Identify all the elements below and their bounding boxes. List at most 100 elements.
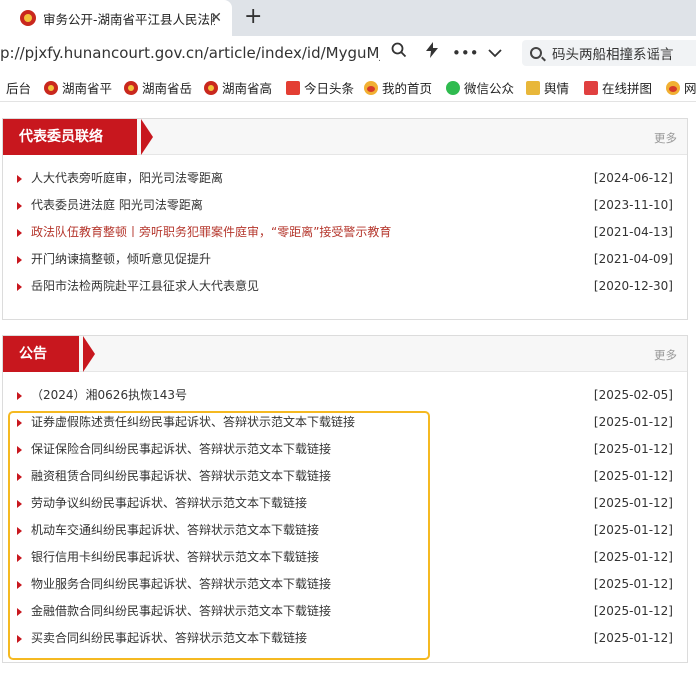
item-title[interactable]: 融资租赁合同纠纷民事起诉状、答辩状示范文本下载链接 bbox=[31, 469, 331, 483]
bookmark-item[interactable]: 湖南省岳 bbox=[124, 78, 192, 97]
bullet-arrow-icon bbox=[17, 175, 22, 183]
item-title[interactable]: 代表委员进法庭 阳光司法零距离 bbox=[31, 198, 203, 212]
list-item[interactable]: 开门纳谏搞整顿，倾听意见促提升 [2021-04-09] bbox=[3, 246, 687, 273]
bookmark-item[interactable]: 后台 bbox=[6, 78, 31, 97]
list-item[interactable]: 融资租赁合同纠纷民事起诉状、答辩状示范文本下载链接 [2025-01-12] bbox=[3, 463, 687, 490]
list-item[interactable]: 银行信用卡纠纷民事起诉状、答辩状示范文本下载链接 [2025-01-12] bbox=[3, 544, 687, 571]
emblem-icon bbox=[204, 80, 218, 95]
list-item[interactable]: 人大代表旁听庭审，阳光司法零距离 [2024-06-12] bbox=[3, 165, 687, 192]
item-title[interactable]: 买卖合同纠纷民事起诉状、答辩状示范文本下载链接 bbox=[31, 631, 307, 645]
bookmark-label: 在线拼图 bbox=[602, 81, 653, 96]
item-date: [2025-01-12] bbox=[593, 604, 673, 618]
bookmark-item[interactable]: 今日头条 bbox=[286, 78, 354, 97]
list-item[interactable]: 保证保险合同纠纷民事起诉状、答辩状示范文本下载链接 [2025-01-12] bbox=[3, 436, 687, 463]
list-item[interactable]: （2024）湘0626执恢143号 [2025-02-05] bbox=[3, 382, 687, 409]
search-icon bbox=[530, 47, 542, 59]
more-link[interactable]: 更多 bbox=[654, 130, 677, 146]
tab-bar: 审务公开-湖南省平江县人民法院 ✕ + bbox=[0, 0, 696, 36]
lightning-icon[interactable] bbox=[421, 42, 443, 64]
browser-tab[interactable]: 审务公开-湖南省平江县人民法院 ✕ bbox=[0, 0, 232, 36]
item-date: [2025-01-12] bbox=[593, 577, 673, 591]
bookmark-item[interactable]: 在线拼图 bbox=[584, 78, 652, 97]
url-field[interactable]: p://pjxfy.hunancourt.gov.cn/article/inde… bbox=[0, 44, 380, 62]
item-date: [2020-12-30] bbox=[593, 279, 673, 293]
item-title[interactable]: 银行信用卡纠纷民事起诉状、答辩状示范文本下载链接 bbox=[31, 550, 319, 564]
zoom-icon[interactable] bbox=[388, 42, 410, 64]
item-date: [2025-01-12] bbox=[593, 496, 673, 510]
bookmark-item[interactable]: 网 bbox=[666, 78, 696, 97]
item-date: [2025-01-12] bbox=[593, 523, 673, 537]
chevron-right-icon bbox=[83, 336, 95, 372]
bullet-arrow-icon bbox=[17, 581, 22, 589]
news-list: 人大代表旁听庭审，阳光司法零距离 [2024-06-12] 代表委员进法庭 阳光… bbox=[3, 155, 687, 300]
folder-icon bbox=[526, 80, 540, 95]
bookmark-label: 湖南省岳 bbox=[142, 81, 193, 96]
announcements-panel: 公告 更多 （2024）湘0626执恢143号 [2025-02-05] 证券虚… bbox=[2, 335, 688, 663]
bookmark-label: 后台 bbox=[6, 81, 32, 96]
bookmarks-bar: 后台 湖南省平 湖南省岳 湖南省高 今日头条 我的首页 微信公众 舆情 在线拼图… bbox=[0, 70, 696, 102]
tab-title: 审务公开-湖南省平江县人民法院 bbox=[43, 11, 215, 27]
bookmark-item[interactable]: 湖南省平 bbox=[44, 78, 112, 97]
item-title[interactable]: 机动车交通纠纷民事起诉状、答辩状示范文本下载链接 bbox=[31, 523, 319, 537]
item-title[interactable]: 政法队伍教育整顿丨旁听职务犯罪案件庭审，“零距离”接受警示教育 bbox=[31, 225, 391, 239]
item-title[interactable]: （2024）湘0626执恢143号 bbox=[31, 388, 187, 402]
panel-header: 公告 更多 bbox=[3, 336, 687, 372]
section-title: 公告 bbox=[3, 336, 79, 372]
close-tab-icon[interactable]: ✕ bbox=[210, 10, 222, 26]
bullet-arrow-icon bbox=[17, 527, 22, 535]
list-item[interactable]: 物业服务合同纠纷民事起诉状、答辩状示范文本下载链接 [2025-01-12] bbox=[3, 571, 687, 598]
toutiao-icon bbox=[286, 80, 300, 95]
deputies-liaison-panel: 代表委员联络 更多 人大代表旁听庭审，阳光司法零距离 [2024-06-12] … bbox=[2, 118, 688, 320]
item-title[interactable]: 保证保险合同纠纷民事起诉状、答辩状示范文本下载链接 bbox=[31, 442, 331, 456]
bookmark-label: 舆情 bbox=[544, 81, 570, 96]
list-item[interactable]: 政法队伍教育整顿丨旁听职务犯罪案件庭审，“零距离”接受警示教育 [2021-04… bbox=[3, 219, 687, 246]
list-item[interactable]: 证券虚假陈述责任纠纷民事起诉状、答辩状示范文本下载链接 [2025-01-12] bbox=[3, 409, 687, 436]
new-tab-icon[interactable]: + bbox=[244, 5, 262, 29]
item-title[interactable]: 人大代表旁听庭审，阳光司法零距离 bbox=[31, 171, 223, 185]
item-date: [2024-06-12] bbox=[593, 171, 673, 185]
chevron-down-icon[interactable] bbox=[484, 42, 506, 64]
bookmark-label: 今日头条 bbox=[304, 81, 355, 96]
news-list: （2024）湘0626执恢143号 [2025-02-05] 证券虚假陈述责任纠… bbox=[3, 372, 687, 652]
search-text: 码头两船相撞系谣言 bbox=[552, 47, 674, 63]
bookmark-item[interactable]: 我的首页 bbox=[364, 78, 432, 97]
bullet-arrow-icon bbox=[17, 554, 22, 562]
pinyin-icon bbox=[584, 80, 598, 95]
panel-header: 代表委员联络 更多 bbox=[3, 119, 687, 155]
list-item[interactable]: 劳动争议纠纷民事起诉状、答辩状示范文本下载链接 [2025-01-12] bbox=[3, 490, 687, 517]
bookmark-label: 湖南省平 bbox=[62, 81, 113, 96]
bullet-arrow-icon bbox=[17, 392, 22, 400]
bookmark-item[interactable]: 湖南省高 bbox=[204, 78, 272, 97]
address-bar: p://pjxfy.hunancourt.gov.cn/article/inde… bbox=[0, 36, 696, 70]
item-title[interactable]: 金融借款合同纠纷民事起诉状、答辩状示范文本下载链接 bbox=[31, 604, 331, 618]
bookmark-label: 湖南省高 bbox=[222, 81, 273, 96]
list-item[interactable]: 机动车交通纠纷民事起诉状、答辩状示范文本下载链接 [2025-01-12] bbox=[3, 517, 687, 544]
wechat-icon bbox=[446, 80, 460, 95]
item-title[interactable]: 劳动争议纠纷民事起诉状、答辩状示范文本下载链接 bbox=[31, 496, 307, 510]
bookmark-label: 微信公众 bbox=[464, 81, 515, 96]
item-date: [2025-01-12] bbox=[593, 415, 673, 429]
bookmark-label: 我的首页 bbox=[382, 81, 433, 96]
more-link[interactable]: 更多 bbox=[654, 347, 677, 363]
bullet-arrow-icon bbox=[17, 229, 22, 237]
item-title[interactable]: 证券虚假陈述责任纠纷民事起诉状、答辩状示范文本下载链接 bbox=[31, 415, 355, 429]
item-date: [2025-01-12] bbox=[593, 469, 673, 483]
item-title[interactable]: 开门纳谏搞整顿，倾听意见促提升 bbox=[31, 252, 211, 266]
weibo-icon bbox=[364, 80, 378, 95]
item-title[interactable]: 岳阳市法检两院赴平江县征求人大代表意见 bbox=[31, 279, 259, 293]
court-emblem-icon bbox=[20, 10, 36, 26]
list-item[interactable]: 岳阳市法检两院赴平江县征求人大代表意见 [2020-12-30] bbox=[3, 273, 687, 300]
bullet-arrow-icon bbox=[17, 256, 22, 264]
bookmark-item[interactable]: 舆情 bbox=[526, 78, 569, 97]
emblem-icon bbox=[44, 80, 58, 95]
more-options-icon[interactable]: ••• bbox=[452, 42, 479, 64]
bookmark-item[interactable]: 微信公众 bbox=[446, 78, 514, 97]
list-item[interactable]: 买卖合同纠纷民事起诉状、答辩状示范文本下载链接 [2025-01-12] bbox=[3, 625, 687, 652]
item-date: [2023-11-10] bbox=[593, 198, 673, 212]
search-box[interactable]: 码头两船相撞系谣言 bbox=[522, 40, 696, 66]
emblem-icon bbox=[124, 80, 138, 95]
list-item[interactable]: 代表委员进法庭 阳光司法零距离 [2023-11-10] bbox=[3, 192, 687, 219]
list-item[interactable]: 金融借款合同纠纷民事起诉状、答辩状示范文本下载链接 [2025-01-12] bbox=[3, 598, 687, 625]
item-title[interactable]: 物业服务合同纠纷民事起诉状、答辩状示范文本下载链接 bbox=[31, 577, 331, 591]
bullet-arrow-icon bbox=[17, 419, 22, 427]
